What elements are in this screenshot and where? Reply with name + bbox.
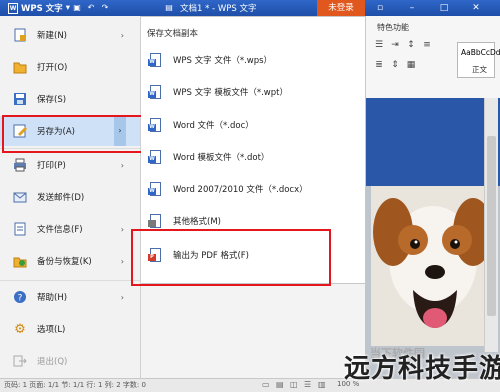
- maximize-icon[interactable]: □: [436, 0, 452, 16]
- menu-item-open[interactable]: 打开(O): [0, 52, 140, 82]
- document-area: [365, 98, 500, 380]
- document-title: 文档1 * - WPS 文字: [180, 4, 257, 14]
- submenu-label: Word 2007/2010 文件（*.docx）: [173, 185, 308, 195]
- chevron-right-icon: ›: [120, 30, 124, 40]
- style-sample: AaBbCcDd: [461, 48, 500, 57]
- save-icon: [12, 91, 28, 107]
- app-menu-button[interactable]: W WPS 文字 ▾: [2, 1, 76, 15]
- shading-icon[interactable]: ▦: [405, 60, 417, 72]
- menu-label: 选项(L): [37, 325, 66, 335]
- menu-divider: [0, 280, 140, 281]
- redo-icon[interactable]: ↷: [100, 3, 110, 13]
- menu-item-backup[interactable]: 备份与恢复(K) ›: [0, 246, 140, 276]
- document-icon: ▤: [165, 3, 173, 12]
- menu-label: 退出(Q): [37, 357, 68, 367]
- close-icon[interactable]: ✕: [468, 0, 484, 16]
- menu-item-send-mail[interactable]: 发送邮件(D): [0, 182, 140, 212]
- view-read-icon[interactable]: ▥: [318, 380, 326, 389]
- save-as-docx[interactable]: W Word 2007/2010 文件（*.docx）: [147, 174, 357, 204]
- open-folder-icon: [12, 59, 28, 75]
- menu-label: 备份与恢复(K): [37, 257, 92, 267]
- document-page[interactable]: [371, 186, 493, 346]
- dog-photo: [371, 186, 493, 346]
- chevron-down-icon: ▾: [65, 3, 70, 13]
- svg-text:?: ?: [18, 294, 23, 304]
- sort-icon[interactable]: ↕: [405, 40, 417, 52]
- save-as-wps[interactable]: W WPS 文字 文件（*.wps）: [147, 45, 357, 75]
- highlight-export-pdf: [131, 229, 331, 286]
- chevron-right-icon: ›: [120, 224, 124, 234]
- word-doc-icon: W: [148, 117, 163, 133]
- file-menu: 新建(N) › 打开(O) 保存(S) 另存为(A) › 打印(P) › 发送邮…: [0, 16, 141, 378]
- print-icon: [12, 157, 28, 173]
- wps-doc-icon: W: [148, 52, 163, 68]
- backup-icon: [12, 253, 28, 269]
- menu-label: 帮助(H): [37, 293, 68, 303]
- undo-icon[interactable]: ↶: [86, 3, 96, 13]
- menu-item-help[interactable]: ? 帮助(H) ›: [0, 282, 140, 312]
- wps-template-icon: W: [148, 84, 163, 100]
- word-template-icon: W: [148, 149, 163, 165]
- menu-item-print[interactable]: 打印(P) ›: [0, 150, 140, 180]
- indent-icon[interactable]: ⇥: [389, 40, 401, 52]
- view-outline-icon[interactable]: ☰: [304, 380, 311, 389]
- save-as-wpt[interactable]: W WPS 文字 模板文件（*.wpt）: [147, 77, 357, 107]
- align-center-icon[interactable]: ≣: [373, 60, 385, 72]
- mail-icon: [12, 189, 28, 205]
- minimize-icon[interactable]: –: [404, 0, 420, 16]
- exit-icon: [12, 353, 28, 369]
- vertical-scrollbar[interactable]: [484, 98, 498, 352]
- document-blue-background: [365, 98, 500, 186]
- highlight-save-as: [2, 115, 143, 153]
- menu-item-exit[interactable]: 退出(Q): [0, 346, 140, 376]
- chevron-right-icon: ›: [120, 256, 124, 266]
- chevron-right-icon: ›: [120, 160, 124, 170]
- save-as-dot[interactable]: W Word 模板文件（*.dot）: [147, 142, 357, 172]
- help-icon: ?: [12, 289, 28, 305]
- menu-label: 发送邮件(D): [37, 193, 85, 203]
- view-page-icon[interactable]: ▤: [276, 380, 284, 389]
- menu-label: 打印(P): [37, 161, 66, 171]
- align-icon[interactable]: ≡: [421, 40, 433, 52]
- submenu-label: Word 模板文件（*.dot）: [173, 153, 270, 163]
- scroll-thumb[interactable]: [487, 136, 496, 316]
- submenu-label: WPS 文字 模板文件（*.wpt）: [173, 88, 288, 98]
- title-bar: W WPS 文字 ▾ ▣ ↶ ↷ ▤ 文档1 * - WPS 文字 未登录 ▫ …: [0, 0, 500, 16]
- list-icon[interactable]: ☰: [373, 40, 385, 52]
- save-quick-icon[interactable]: ▣: [72, 3, 82, 13]
- tab-special-features[interactable]: 特色功能: [377, 22, 409, 33]
- status-text: 页码: 1 页面: 1/1 节: 1/1 行: 1 列: 2 字数: 0: [4, 381, 146, 389]
- style-normal[interactable]: AaBbCcDd 正文: [457, 42, 500, 78]
- save-as-doc[interactable]: W Word 文件（*.doc）: [147, 110, 357, 140]
- style-name: 正文: [472, 65, 487, 74]
- menu-item-options[interactable]: ⚙ 选项(L): [0, 314, 140, 344]
- chevron-right-icon: ›: [120, 292, 124, 302]
- app-name: WPS 文字: [21, 4, 63, 14]
- file-info-icon: [12, 221, 28, 237]
- submenu-label: WPS 文字 文件（*.wps）: [173, 56, 273, 66]
- submenu-label: Word 文件（*.doc）: [173, 121, 254, 131]
- view-normal-icon[interactable]: ▭: [262, 380, 270, 389]
- new-icon: [12, 27, 28, 43]
- menu-label: 新建(N): [37, 31, 67, 41]
- line-spacing-icon[interactable]: ⇕: [389, 60, 401, 72]
- login-button[interactable]: 未登录: [317, 0, 365, 16]
- view-web-icon[interactable]: ◫: [290, 380, 298, 389]
- wps-logo-icon: W: [8, 2, 18, 14]
- menu-label: 打开(O): [37, 63, 68, 73]
- submenu-label: 其他格式(M): [173, 217, 221, 227]
- menu-item-new[interactable]: 新建(N) ›: [0, 20, 140, 50]
- menu-label: 保存(S): [37, 95, 67, 105]
- ribbon-background: 特色功能 ☰ ⇥ ↕ ≡ ≣ ⇕ ▦ AaBbCcDd 正文: [365, 16, 500, 99]
- menu-item-save[interactable]: 保存(S): [0, 84, 140, 114]
- menu-label: 文件信息(F): [37, 225, 83, 235]
- word-docx-icon: W: [148, 181, 163, 197]
- menu-item-file-info[interactable]: 文件信息(F) ›: [0, 214, 140, 244]
- watermark: 远方科技手游: [344, 354, 500, 384]
- options-gear-icon: ⚙: [14, 321, 26, 337]
- skin-icon[interactable]: ▫: [372, 0, 388, 16]
- submenu-header: 保存文档副本: [147, 29, 199, 39]
- other-format-icon: [148, 213, 163, 229]
